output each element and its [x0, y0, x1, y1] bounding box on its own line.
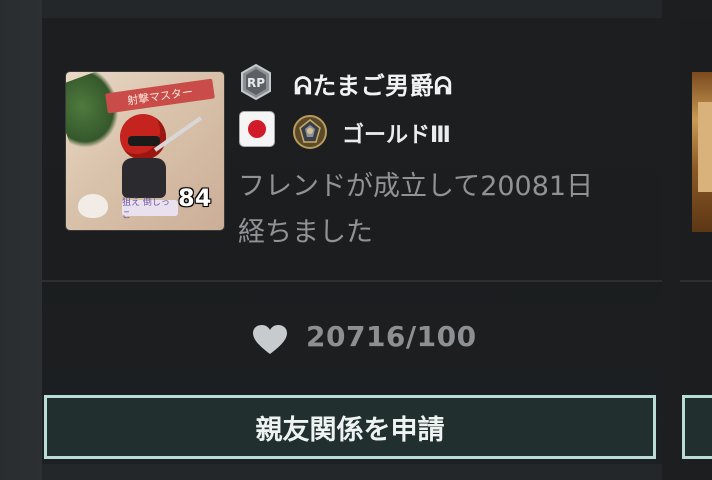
flag-sun	[248, 120, 266, 138]
card-divider	[42, 280, 662, 282]
rp-badge-text: RP	[247, 76, 265, 90]
player-avatar[interactable]: 射撃マスター 狙え 倒しっこ 84	[66, 72, 224, 230]
gold-rank-emblem-icon	[292, 114, 328, 150]
avatar-egg-icon	[78, 194, 108, 218]
next-card-divider	[680, 280, 712, 282]
japan-flag-icon	[240, 112, 274, 146]
next-card-avatar	[692, 72, 712, 232]
friendship-duration-text: フレンドが成立して20081日経ちました	[238, 171, 594, 248]
character-mask	[128, 136, 160, 146]
character-torso	[122, 158, 166, 198]
player-level: 84	[178, 184, 212, 212]
next-card-request-button[interactable]	[682, 395, 712, 459]
rank-name: ゴールドⅢ	[342, 123, 451, 148]
avatar-character	[106, 114, 180, 200]
request-best-friend-button[interactable]: 親友関係を申請	[44, 395, 656, 459]
background-left-edge	[0, 0, 42, 480]
rp-badge-icon: RP	[240, 63, 272, 101]
heart-icon	[252, 324, 288, 356]
player-name: ᕱたまご男爵ᕱ	[294, 72, 453, 100]
affinity-value: 20716/100	[306, 320, 477, 353]
avatar-title-banner: 射撃マスター	[105, 78, 215, 114]
avatar-sign: 狙え 倒しっこ	[122, 198, 178, 221]
